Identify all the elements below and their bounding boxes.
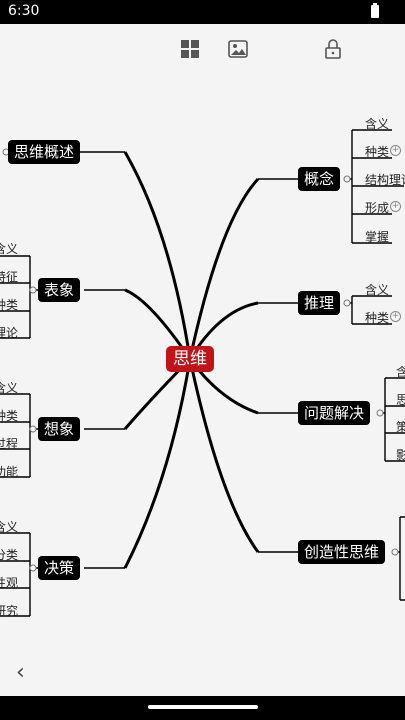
leaf-概念-4[interactable]: 掌握 xyxy=(365,228,389,245)
topic-创造性思维[interactable]: 创造性思维 xyxy=(298,540,386,564)
leaf-决策-0[interactable]: 含义 xyxy=(0,518,18,535)
leaf-想象-3[interactable]: 功能 xyxy=(0,463,18,480)
leaf-决策-1[interactable]: 分类 xyxy=(0,546,18,563)
topic-概念[interactable]: 概念 xyxy=(298,167,341,191)
leaf-表象-3[interactable]: 理论 xyxy=(0,324,18,341)
leaf-问题解决-0[interactable]: 含 xyxy=(396,363,405,380)
topic-推理[interactable]: 推理 xyxy=(298,291,341,315)
nav-bar xyxy=(0,696,405,720)
leaf-概念-1[interactable]: 种类 xyxy=(365,143,389,160)
topic-决策[interactable]: 决策 xyxy=(38,556,81,580)
leaf-表象-1[interactable]: 特征 xyxy=(0,268,18,285)
leaf-概念-3[interactable]: 形成 xyxy=(365,199,389,216)
topic-问题解决[interactable]: 问题解决 xyxy=(298,401,371,425)
leaf-表象-2[interactable]: 种类 xyxy=(0,296,18,313)
leaf-概念-0[interactable]: 含义 xyxy=(365,115,389,132)
topic-思维概述[interactable]: 思维概述 xyxy=(8,140,81,164)
leaf-概念-2[interactable]: 结构理论 xyxy=(365,171,405,188)
leaf-想象-0[interactable]: 含义 xyxy=(0,379,18,396)
leaf-问题解决-2[interactable]: 策 xyxy=(396,418,405,435)
leaf-推理-0[interactable]: 含义 xyxy=(365,281,389,298)
leaf-问题解决-3[interactable]: 影 xyxy=(396,446,405,463)
back-chevron-icon[interactable]: ‹ xyxy=(16,660,25,685)
expand-plus-icon[interactable]: + xyxy=(390,201,401,212)
leaf-想象-2[interactable]: 过程 xyxy=(0,435,18,452)
leaf-想象-1[interactable]: 种类 xyxy=(0,407,18,424)
expand-plus-icon[interactable]: + xyxy=(390,311,401,322)
leaf-决策-3[interactable]: 研究 xyxy=(0,602,18,619)
topic-想象[interactable]: 想象 xyxy=(38,417,81,441)
central-topic[interactable]: 思维 xyxy=(166,346,214,372)
topic-表象[interactable]: 表象 xyxy=(38,278,81,302)
leaf-推理-1[interactable]: 种类 xyxy=(365,309,389,326)
expand-plus-icon[interactable]: + xyxy=(390,145,401,156)
leaf-决策-2[interactable]: 性观 xyxy=(0,574,18,591)
leaf-问题解决-1[interactable]: 思 xyxy=(396,391,405,408)
home-gesture-bar[interactable] xyxy=(148,705,258,709)
leaf-表象-0[interactable]: 含义 xyxy=(0,240,18,257)
